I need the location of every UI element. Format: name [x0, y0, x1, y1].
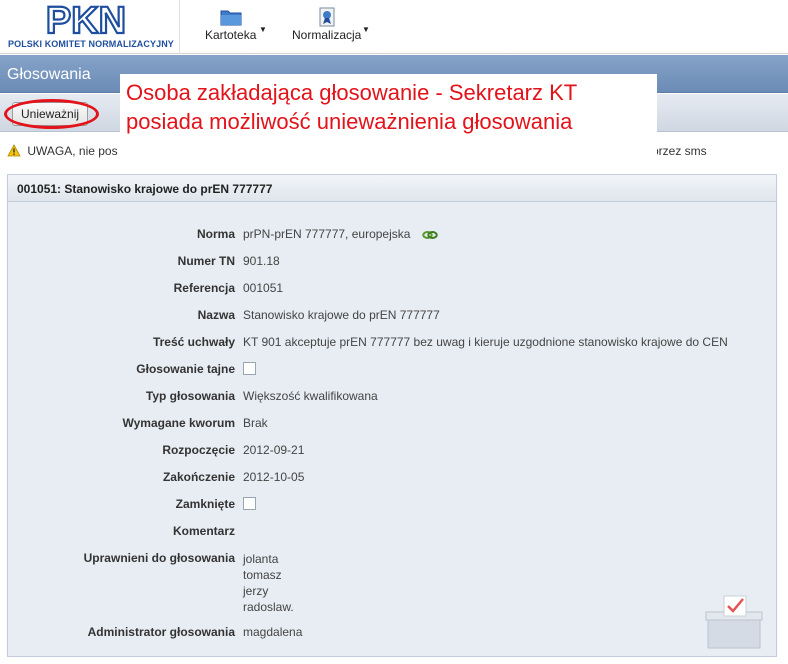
annotation-callout: Osoba zakładająca głosowanie - Sekretarz…: [120, 74, 657, 170]
field-label: Zakończenie: [162, 470, 235, 484]
field-value: [243, 497, 256, 511]
menu-kartoteka[interactable]: Kartoteka ▼: [205, 6, 267, 42]
field-value: Większość kwalifikowana: [243, 389, 378, 403]
field-typ-glosowania: Typ głosowania Większość kwalifikowana: [8, 389, 778, 407]
field-rozpoczecie: Rozpoczęcie 2012-09-21: [8, 443, 778, 461]
field-value: 901.18: [243, 254, 280, 268]
field-label: Głosowanie tajne: [136, 362, 235, 376]
list-item: radoslaw.: [243, 600, 294, 614]
field-label: Nazwa: [197, 308, 235, 322]
top-header: PKN POLSKI KOMITET NORMALIZACYJNY Kartot…: [0, 0, 788, 54]
field-label: Rozpoczęcie: [162, 443, 235, 457]
folder-icon: [220, 10, 242, 26]
field-wymagane-kworum: Wymagane kworum Brak: [8, 416, 778, 434]
field-zakonczenie: Zakończenie 2012-10-05: [8, 470, 778, 488]
chevron-down-icon: ▼: [259, 25, 267, 34]
field-label: Zamknięte: [175, 497, 235, 511]
document-ribbon-icon: [319, 7, 335, 27]
warning-text-right: przez sms: [652, 144, 707, 158]
menu-kartoteka-label: Kartoteka: [205, 28, 257, 42]
field-value: [243, 362, 256, 376]
vote-details-panel: 001051: Stanowisko krajowe do prEN 77777…: [7, 174, 777, 657]
field-label: Administrator głosowania: [87, 625, 235, 639]
field-label: Numer TN: [177, 254, 235, 268]
field-referencja: Referencja 001051: [8, 281, 778, 299]
highlight-ring: [4, 99, 99, 129]
field-label: Treść uchwały: [152, 335, 235, 349]
pkn-logo-mark: PKN: [45, 3, 127, 37]
field-norma: Norma prPN-prEN 777777, europejska: [8, 227, 778, 245]
norma-value: prPN-prEN 777777, europejska: [243, 227, 411, 241]
list-item: jerzy: [243, 584, 269, 598]
field-label: Typ głosowania: [145, 389, 235, 403]
field-zamkniete: Zamknięte: [8, 497, 778, 515]
field-label: Referencja: [173, 281, 235, 295]
field-value: Stanowisko krajowe do prEN 777777: [243, 308, 440, 322]
field-tresc-uchwaly: Treść uchwały KT 901 akceptuje prEN 7777…: [8, 335, 778, 353]
field-value: 2012-10-05: [243, 470, 305, 484]
logo-subtitle: POLSKI KOMITET NORMALIZACYJNY: [8, 39, 174, 49]
warning-icon: [7, 144, 21, 157]
warning-text: UWAGA, nie pos: [27, 144, 118, 158]
field-label: Uprawnieni do głosowania: [83, 551, 235, 565]
link-icon[interactable]: [422, 229, 438, 241]
ballot-box-icon: [705, 595, 763, 649]
field-value: 001051: [243, 281, 284, 295]
field-nazwa: Nazwa Stanowisko krajowe do prEN 777777: [8, 308, 778, 326]
field-value: magdalena: [243, 625, 303, 639]
menu-normalizacja[interactable]: Normalizacja ▼: [292, 6, 370, 42]
list-item: tomasz: [243, 568, 282, 582]
field-komentarz: Komentarz: [8, 524, 778, 542]
svg-text:PKN: PKN: [46, 3, 126, 37]
field-label: Komentarz: [172, 524, 235, 538]
field-label: Wymagane kworum: [122, 416, 235, 430]
list-item: jolanta: [243, 552, 279, 566]
field-value: Brak: [243, 416, 268, 430]
page-title: Głosowania: [7, 66, 91, 83]
field-numer-tn: Numer TN 901.18: [8, 254, 778, 272]
field-glosowanie-tajne: Głosowanie tajne: [8, 362, 778, 380]
field-value: prPN-prEN 777777, europejska: [243, 227, 438, 241]
chevron-down-icon: ▼: [362, 25, 370, 34]
field-label: Norma: [196, 227, 235, 241]
field-administrator: Administrator głosowania magdalena: [8, 625, 778, 643]
secret-vote-checkbox[interactable]: [243, 362, 256, 375]
field-uprawnieni: Uprawnieni do głosowania jolanta tomasz …: [8, 551, 778, 615]
field-value: KT 901 akceptuje prEN 777777 bez uwag i …: [243, 335, 728, 349]
menu-normalizacja-label: Normalizacja: [292, 28, 362, 42]
pkn-logo[interactable]: PKN POLSKI KOMITET NORMALIZACYJNY: [0, 0, 180, 54]
field-value: 2012-09-21: [243, 443, 305, 457]
voters-list: jolanta tomasz jerzy radoslaw.: [243, 551, 294, 615]
closed-checkbox[interactable]: [243, 497, 256, 510]
panel-heading: 001051: Stanowisko krajowe do prEN 77777…: [8, 175, 776, 202]
